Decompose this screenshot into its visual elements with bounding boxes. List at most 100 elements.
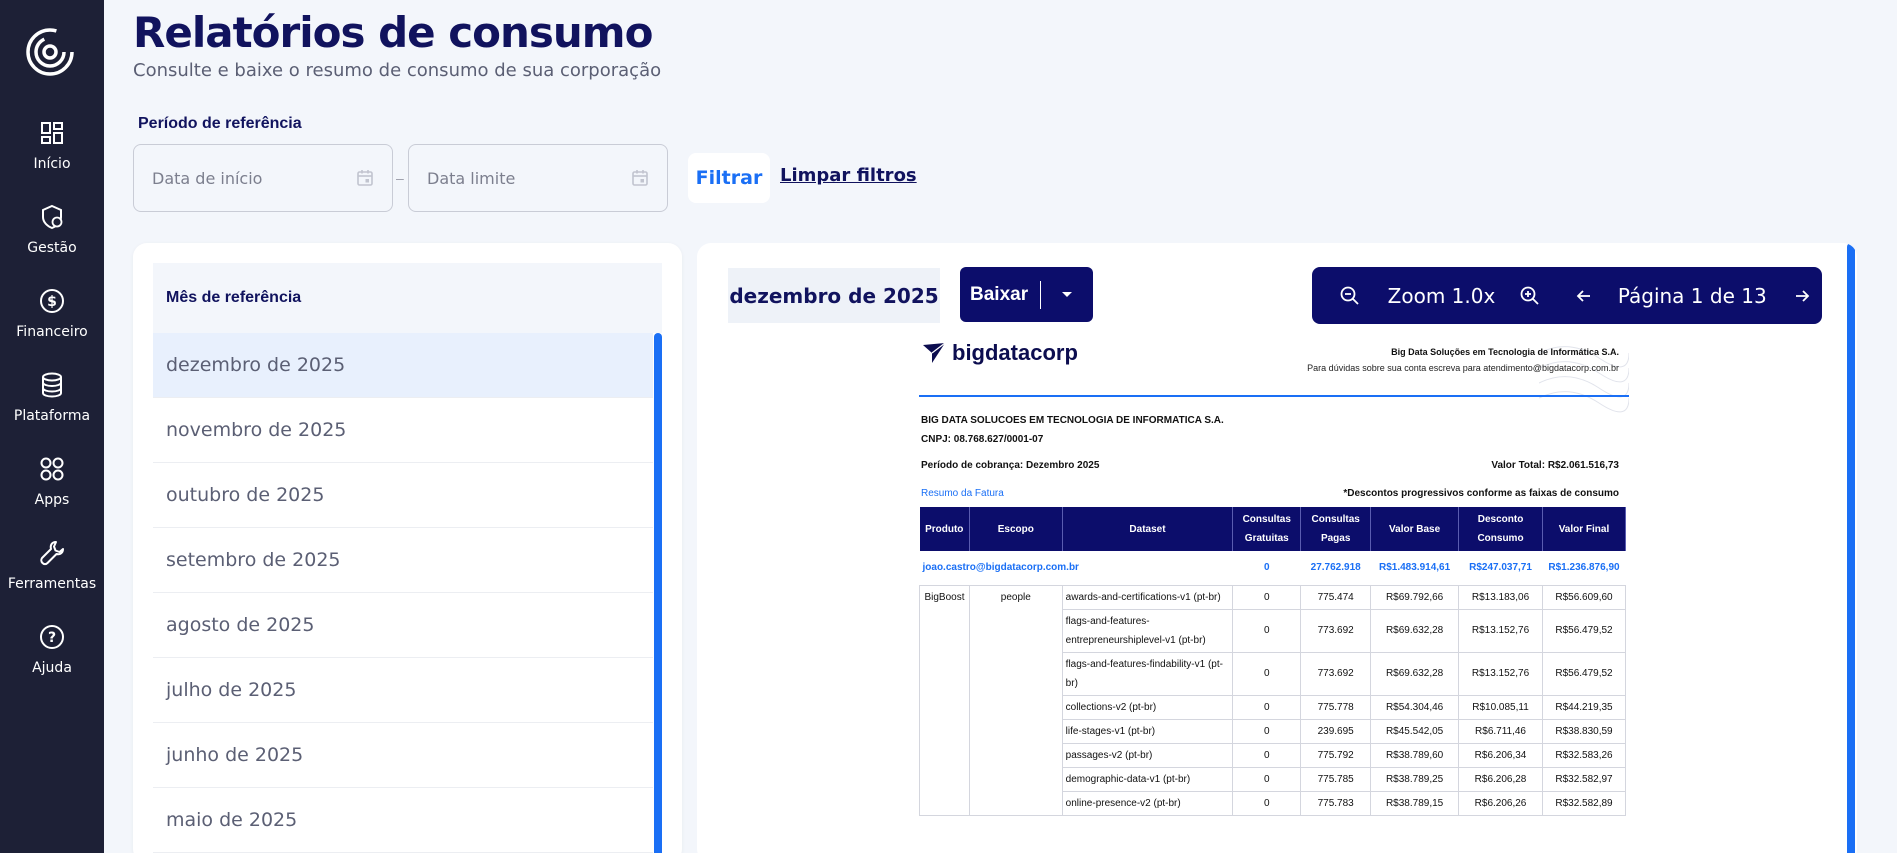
help-icon: ?	[40, 625, 64, 649]
filter-button[interactable]: Filtrar	[688, 153, 770, 203]
table-cell: 775.792	[1300, 742, 1372, 768]
sidebar-item-label: Ajuda	[32, 660, 72, 676]
document-discount-note: *Descontos progressivos conforme as faix…	[1343, 488, 1619, 499]
bigdatacorp-logo-icon	[923, 342, 946, 363]
shield-icon	[42, 204, 63, 230]
chevron-down-icon	[1062, 291, 1072, 297]
month-item-junho-2025[interactable]: junho de 2025	[153, 723, 653, 788]
column-header: Dataset	[1062, 507, 1234, 551]
month-item-maio-2025[interactable]: maio de 2025	[153, 788, 653, 853]
arrow-left-icon	[1576, 289, 1590, 302]
column-header: Consultas Pagas	[1300, 507, 1372, 551]
table-cell: R$1.483.914,61	[1379, 562, 1451, 574]
table-cell: demographic-data-v1 (pt-br)	[1061, 766, 1234, 792]
month-item-julho-2025[interactable]: julho de 2025	[153, 658, 653, 723]
sidebar-item-label: Início	[33, 156, 71, 172]
month-list-scrollbar[interactable]	[654, 333, 662, 853]
table-cell: 773.692	[1300, 651, 1372, 696]
table-cell: R$38.830,59	[1541, 718, 1627, 744]
document-brand: bigdatacorp	[922, 340, 1078, 366]
zoom-in-icon	[1520, 286, 1539, 305]
document-billing-period: Período de cobrança: Dezembro 2025	[921, 460, 1100, 471]
viewer-scrollbar[interactable]	[1847, 243, 1855, 853]
end-date-field[interactable]: Data limite	[408, 144, 668, 212]
download-options-toggle[interactable]	[1041, 290, 1093, 300]
month-item-agosto-2025[interactable]: agosto de 2025	[153, 593, 653, 658]
zoom-out-button[interactable]	[1330, 276, 1370, 316]
table-cell: 239.695	[1300, 718, 1372, 744]
sidebar-item-ferramentas[interactable]: Ferramentas	[0, 538, 104, 610]
sidebar-item-financeiro[interactable]: $ Financeiro	[0, 286, 104, 358]
sidebar: Início Gestão $ Financeiro Plataforma Ap…	[0, 0, 104, 853]
report-viewer-panel: dezembro de 2025 Baixar Zoom 1.0x Página…	[697, 243, 1857, 853]
start-date-field[interactable]: Data de início	[133, 144, 393, 212]
period-label: Período de referência	[138, 115, 302, 132]
table-cell: R$1.236.876,90	[1548, 562, 1620, 574]
column-header: Valor Final	[1542, 507, 1627, 551]
svg-text:$: $	[47, 294, 57, 310]
table-cell: 0	[1232, 651, 1302, 696]
table-cell: collections-v2 (pt-br)	[1061, 694, 1234, 720]
table-row: BigBoost people awards-and-certification…	[919, 584, 1627, 816]
wrench-icon	[40, 541, 64, 566]
svg-text:?: ?	[48, 630, 56, 646]
page-title: Relatórios de consumo	[133, 8, 653, 57]
table-cell: 0	[1232, 742, 1302, 768]
table-cell: online-presence-v2 (pt-br)	[1061, 790, 1234, 816]
sidebar-item-apps[interactable]: Apps	[0, 454, 104, 526]
column-header: Desconto Consumo	[1458, 507, 1543, 551]
month-item-setembro-2025[interactable]: setembro de 2025	[153, 528, 653, 593]
table-cell: R$69.632,28	[1370, 608, 1460, 653]
page-subtitle: Consulte e baixe o resumo de consumo de …	[133, 60, 662, 81]
table-cell: R$45.542,05	[1370, 718, 1460, 744]
previous-page-button[interactable]	[1564, 276, 1604, 316]
dashboard-icon	[41, 122, 63, 144]
product-cell: BigBoost	[919, 584, 970, 816]
table-cell: 775.783	[1300, 790, 1372, 816]
document-company-name: BIG DATA SOLUCOES EM TECNOLOGIA DE INFOR…	[921, 415, 1224, 426]
table-header-row: Produto Escopo Dataset Consultas Gratuit…	[919, 507, 1627, 551]
table-cell: flags-and-features-findability-v1 (pt-br…	[1061, 651, 1234, 696]
sidebar-item-inicio[interactable]: Início	[0, 118, 104, 190]
next-page-button[interactable]	[1782, 276, 1822, 316]
document-divider	[919, 395, 1629, 397]
table-cell: R$13.152,76	[1458, 651, 1543, 696]
sidebar-item-plataforma[interactable]: Plataforma	[0, 370, 104, 442]
table-cell: 0	[1263, 562, 1270, 574]
sidebar-item-label: Ferramentas	[7, 576, 97, 592]
brand-logo-icon[interactable]	[24, 26, 76, 78]
month-item-dezembro-2025[interactable]: dezembro de 2025	[153, 333, 653, 398]
document-contact: Para dúvidas sobre sua conta escreva par…	[1307, 363, 1619, 373]
table-cell: R$6.206,26	[1458, 790, 1543, 816]
table-cell: 775.474	[1300, 584, 1372, 610]
month-list-header-label: Mês de referência	[166, 289, 302, 306]
invoice-table: Produto Escopo Dataset Consultas Gratuit…	[919, 507, 1627, 816]
column-header: Consultas Gratuitas	[1232, 507, 1302, 551]
table-cell: 0	[1232, 766, 1302, 792]
table-cell: R$56.479,52	[1541, 608, 1627, 653]
dollar-icon: $	[40, 289, 64, 313]
calendar-icon[interactable]	[631, 169, 649, 187]
table-cell: R$13.183,06	[1458, 584, 1543, 610]
table-cell: R$32.582,97	[1541, 766, 1627, 792]
document-brand-name: bigdatacorp	[952, 340, 1078, 365]
sidebar-item-gestao[interactable]: Gestão	[0, 202, 104, 274]
sidebar-item-ajuda[interactable]: ? Ajuda	[0, 622, 104, 694]
calendar-icon[interactable]	[356, 169, 374, 187]
table-cell: R$38.789,60	[1370, 742, 1460, 768]
table-cell: R$10.085,11	[1458, 694, 1543, 720]
table-cell: R$6.206,28	[1458, 766, 1543, 792]
document-cnpj: CNPJ: 08.768.627/0001-07	[921, 434, 1044, 445]
download-button[interactable]: Baixar	[960, 267, 1093, 322]
table-cell: 0	[1232, 608, 1302, 653]
invoice-document: bigdatacorp Big Data Soluções em Tecnolo…	[919, 333, 1629, 853]
month-item-outubro-2025[interactable]: outubro de 2025	[153, 463, 653, 528]
clear-filters-link[interactable]: Limpar filtros	[780, 165, 917, 186]
column-header: Valor Base	[1370, 507, 1460, 551]
table-cell: 775.778	[1300, 694, 1372, 720]
sidebar-item-label: Plataforma	[13, 408, 91, 424]
zoom-in-button[interactable]	[1511, 276, 1551, 316]
month-list-header: Mês de referência	[153, 263, 662, 333]
table-cell: R$38.789,15	[1370, 790, 1460, 816]
month-item-novembro-2025[interactable]: novembro de 2025	[153, 398, 653, 463]
